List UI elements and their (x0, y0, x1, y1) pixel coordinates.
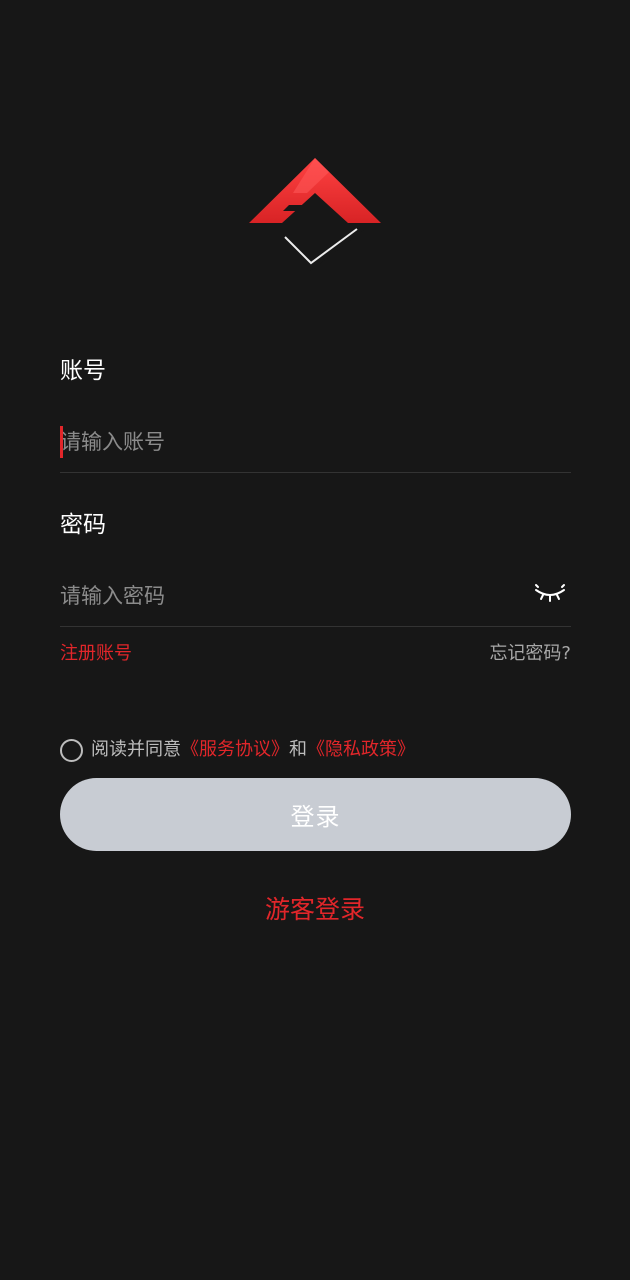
account-label: 账号 (60, 358, 106, 384)
eye-closed-icon (535, 584, 565, 602)
agreement-and: 和 (289, 739, 307, 760)
guest-login-link[interactable]: 游客登录 (0, 890, 630, 930)
agreement-row: 阅读并同意 《服务协议》 和 《隐私政策》 (60, 735, 415, 765)
account-input[interactable] (60, 413, 520, 471)
text-caret (60, 426, 63, 458)
password-input[interactable] (60, 567, 520, 625)
agreement-checkbox[interactable] (60, 738, 83, 762)
forgot-password-link[interactable]: 忘记密码? (489, 640, 571, 668)
register-link[interactable]: 注册账号 (60, 640, 132, 668)
logo-mark-icon (249, 158, 381, 295)
app-logo (245, 155, 385, 297)
login-button[interactable]: 登录 (60, 778, 571, 851)
service-agreement-link[interactable]: 《服务协议》 (181, 735, 289, 765)
password-visibility-toggle[interactable] (533, 579, 567, 609)
password-label: 密码 (60, 512, 106, 538)
agreement-prefix: 阅读并同意 (91, 739, 181, 760)
account-input-row (60, 413, 571, 473)
privacy-policy-link[interactable]: 《隐私政策》 (307, 735, 415, 765)
password-input-row (60, 567, 571, 627)
